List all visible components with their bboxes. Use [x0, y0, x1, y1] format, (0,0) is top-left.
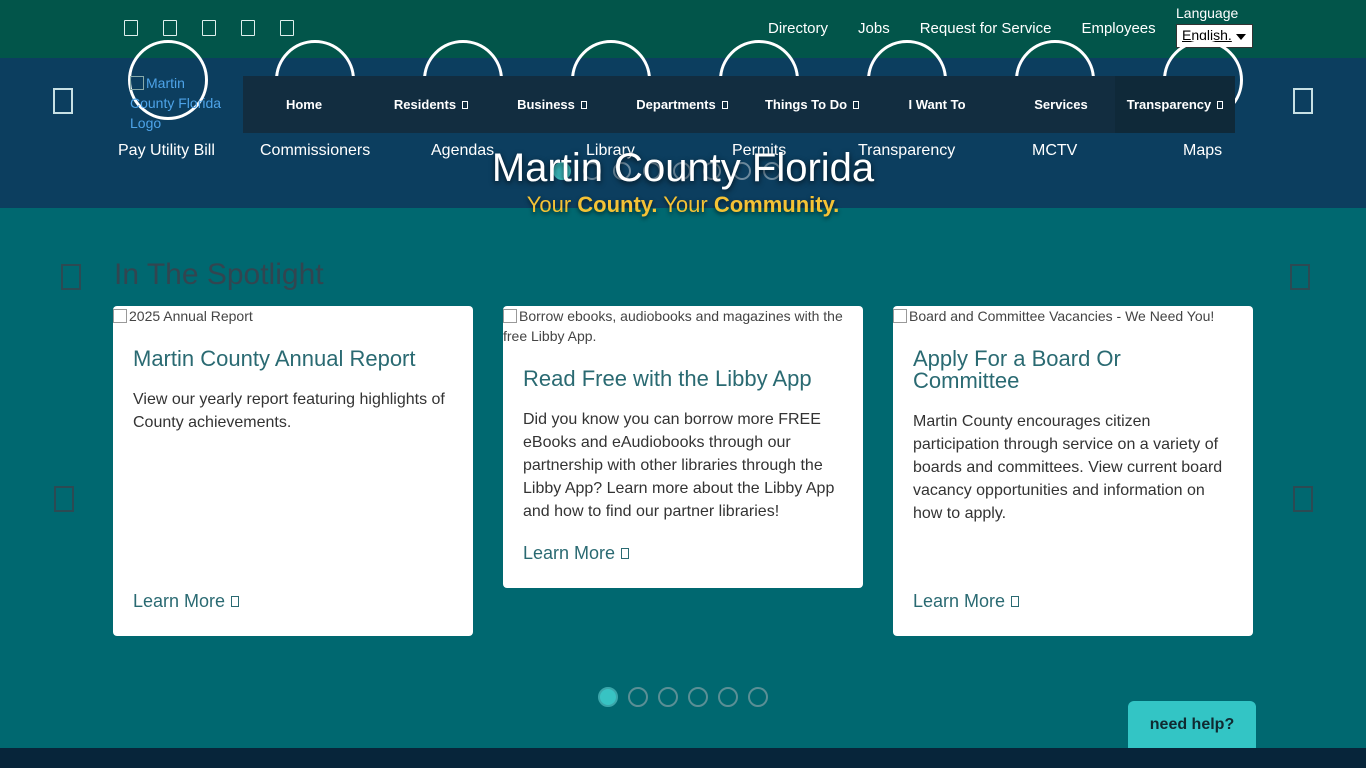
chevron-down-icon: [1217, 100, 1224, 109]
language-label: Language: [1176, 5, 1239, 21]
employees-link[interactable]: Employees: [1081, 20, 1155, 37]
social-icon-2[interactable]: [163, 20, 177, 36]
nav-business[interactable]: Business: [497, 76, 607, 133]
social-icon-3[interactable]: [202, 20, 216, 36]
site-logo[interactable]: Martin County Florida Logo: [130, 73, 226, 133]
broken-image-icon: [503, 309, 517, 323]
jobs-link[interactable]: Jobs: [858, 20, 890, 37]
nav-label: Transparency: [1126, 97, 1212, 112]
utility-links: Directory Jobs Request for Service Emplo…: [768, 20, 1186, 37]
hero-title: Martin County Florida: [491, 146, 875, 190]
nav-label: Home: [285, 97, 323, 112]
hero-sub-part: Your: [526, 192, 578, 217]
card-image-alt: Borrow ebooks, audiobooks and magazines …: [503, 308, 843, 344]
spotlight-card-board-committee: Board and Committee Vacancies - We Need …: [893, 306, 1253, 636]
nav-i-want-to[interactable]: I Want To: [867, 76, 1007, 133]
social-icon-4[interactable]: [241, 20, 255, 36]
chevron-right-icon: [231, 596, 240, 607]
learn-more-link[interactable]: Learn More: [523, 543, 630, 564]
social-links: [124, 20, 294, 36]
chevron-down-icon: [462, 100, 469, 109]
spotlight-carousel-dots: [598, 687, 768, 707]
spotlight-dot-5[interactable]: [718, 687, 738, 707]
learn-more-link[interactable]: Learn More: [913, 591, 1020, 612]
broken-image-icon: [893, 309, 907, 323]
nav-label: Things To Do: [764, 97, 848, 112]
nav-departments[interactable]: Departments: [607, 76, 757, 133]
request-for-service-link[interactable]: Request for Service: [920, 20, 1052, 37]
carousel-prev-arrow-icon[interactable]: [54, 486, 74, 512]
card-image-alt: Board and Committee Vacancies - We Need …: [909, 308, 1215, 324]
nav-label: Residents: [393, 97, 457, 112]
nav-transparency[interactable]: Transparency: [1115, 76, 1235, 133]
card-title[interactable]: Martin County Annual Report: [133, 348, 453, 370]
need-help-button[interactable]: need help?: [1128, 701, 1256, 748]
learn-more-label: Learn More: [523, 543, 616, 563]
broken-image-icon: [113, 309, 127, 323]
card-image: Board and Committee Vacancies - We Need …: [893, 306, 1253, 326]
nav-label: I Want To: [908, 97, 966, 112]
spotlight-dot-2[interactable]: [628, 687, 648, 707]
chevron-right-icon: [1011, 596, 1020, 607]
spotlight-title: In The Spotlight: [114, 258, 324, 291]
footer: [0, 748, 1366, 768]
nav-label: Services: [1034, 97, 1088, 112]
hero-sub-county: County.: [577, 192, 658, 217]
learn-more-label: Learn More: [133, 591, 226, 611]
nav-services[interactable]: Services: [1007, 76, 1115, 133]
card-title[interactable]: Read Free with the Libby App: [523, 368, 843, 390]
card-body: Martin County encourages citizen partici…: [913, 413, 1223, 522]
card-image: Borrow ebooks, audiobooks and magazines …: [503, 306, 863, 346]
learn-more-label: Learn More: [913, 591, 1006, 611]
broken-image-icon: [130, 76, 144, 90]
directory-link[interactable]: Directory: [768, 20, 828, 37]
nav-residents[interactable]: Residents: [365, 76, 497, 133]
chevron-down-icon: [853, 100, 860, 109]
card-image: 2025 Annual Report: [113, 306, 473, 326]
spotlight-dot-3[interactable]: [658, 687, 678, 707]
chevron-down-icon: [721, 100, 728, 109]
spotlight-card-libby: Borrow ebooks, audiobooks and magazines …: [503, 306, 863, 588]
chevron-down-icon: [580, 100, 587, 109]
main-nav: Home Residents Business Departments Thin…: [243, 76, 1235, 133]
card-image-alt: 2025 Annual Report: [129, 308, 253, 324]
carousel-next-arrow-icon[interactable]: [1293, 486, 1313, 512]
nav-label: Business: [517, 97, 575, 112]
hero-subtitle: Your County. Your Community.: [0, 192, 1366, 218]
learn-more-link[interactable]: Learn More: [133, 591, 240, 612]
spotlight-next-icon[interactable]: [1290, 264, 1310, 290]
next-arrow-icon[interactable]: [1293, 88, 1313, 114]
card-title[interactable]: Apply For a Board Or Committee: [913, 348, 1233, 392]
social-icon-5[interactable]: [280, 20, 294, 36]
spotlight-prev-icon[interactable]: [61, 264, 81, 290]
chevron-right-icon: [621, 548, 630, 559]
prev-arrow-icon[interactable]: [53, 88, 73, 114]
social-icon-1[interactable]: [124, 20, 138, 36]
nav-things-to-do[interactable]: Things To Do: [757, 76, 867, 133]
nav-home[interactable]: Home: [243, 76, 365, 133]
spotlight-dot-4[interactable]: [688, 687, 708, 707]
hero-sub-part: Your: [657, 192, 714, 217]
utility-bar: Directory Jobs Request for Service Emplo…: [0, 0, 1366, 58]
spotlight-dot-6[interactable]: [748, 687, 768, 707]
caret-down-icon: [1236, 34, 1246, 40]
card-body: Did you know you can borrow more FREE eB…: [523, 411, 835, 520]
spotlight-card-annual-report: 2025 Annual Report Martin County Annual …: [113, 306, 473, 636]
hero-sub-community: Community.: [713, 192, 840, 217]
nav-label: Departments: [636, 97, 716, 112]
card-body: View our yearly report featuring highlig…: [133, 391, 445, 431]
spotlight-dot-1[interactable]: [598, 687, 618, 707]
